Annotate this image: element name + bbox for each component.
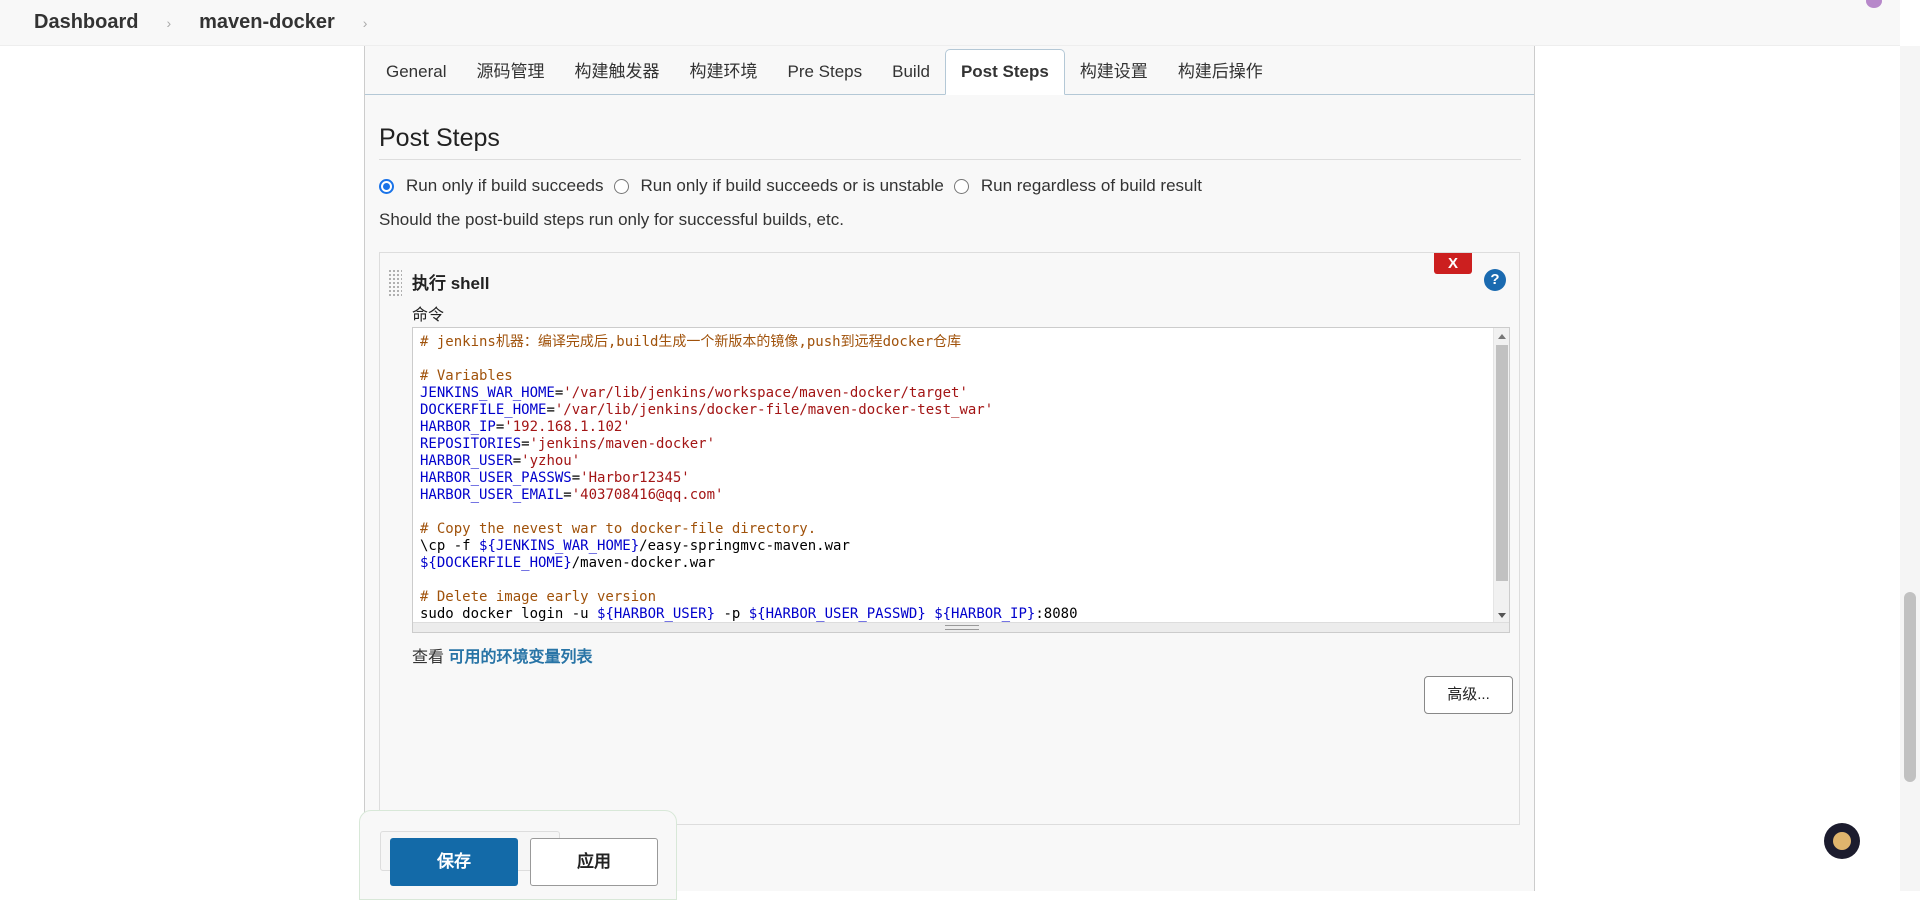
help-icon[interactable]: ?	[1484, 269, 1506, 291]
tab-general[interactable]: General	[371, 50, 461, 94]
top-bar: Dashboard › maven-docker ›	[0, 0, 1900, 46]
section-title: Post Steps	[379, 124, 1521, 160]
bottom-action-bar: 保存 应用	[359, 810, 677, 900]
tab-build-environment[interactable]: 构建环境	[674, 50, 772, 94]
radio-option-success[interactable]: Run only if build succeeds	[379, 176, 604, 196]
breadcrumb-separator[interactable]: ›	[363, 15, 368, 31]
advanced-button[interactable]: 高级...	[1424, 676, 1513, 714]
radio-label: Run regardless of build result	[980, 176, 1202, 195]
env-vars-prefix: 查看	[412, 649, 445, 666]
env-vars-row: 查看 可用的环境变量列表	[412, 643, 592, 667]
post-steps-help-text: Should the post-build steps run only for…	[379, 210, 844, 229]
tab-build[interactable]: Build	[877, 50, 945, 94]
scroll-down-icon[interactable]	[1498, 613, 1506, 618]
radio-unstable[interactable]	[613, 178, 629, 194]
drag-handle-icon[interactable]	[388, 269, 402, 297]
command-label: 命令	[412, 307, 445, 324]
radio-success[interactable]	[379, 178, 394, 194]
radio-option-regardless[interactable]: Run regardless of build result	[953, 176, 1202, 196]
radio-label: Run only if build succeeds	[406, 176, 604, 195]
execute-shell-step: 执行 shell X ? 命令 # jenkins机器：编译完成后,build生…	[379, 252, 1520, 825]
breadcrumb-job[interactable]: maven-docker	[199, 11, 335, 34]
radio-label: Run only if build succeeds or is unstabl…	[640, 176, 944, 195]
breadcrumb-dashboard[interactable]: Dashboard	[34, 11, 138, 34]
tab-post-build-actions[interactable]: 构建后操作	[1163, 50, 1278, 94]
tab-source-code[interactable]: 源码管理	[461, 50, 559, 94]
page-scrollbar[interactable]	[1900, 46, 1920, 891]
config-tabs: General 源码管理 构建触发器 构建环境 Pre Steps Build …	[365, 46, 1534, 95]
tab-pre-steps[interactable]: Pre Steps	[772, 50, 877, 94]
assistant-icon[interactable]	[1824, 823, 1860, 859]
user-avatar-icon[interactable]	[1866, 0, 1882, 8]
tab-build-triggers[interactable]: 构建触发器	[559, 50, 674, 94]
breadcrumb-separator[interactable]: ›	[166, 15, 171, 31]
page-scroll-thumb[interactable]	[1904, 592, 1916, 782]
save-button[interactable]: 保存	[390, 838, 518, 886]
resize-grip-icon[interactable]	[945, 625, 979, 630]
post-steps-radio-group: Run only if build succeeds Run only if b…	[379, 176, 1212, 196]
delete-step-button[interactable]: X	[1434, 253, 1472, 274]
editor-resize-bar[interactable]	[413, 622, 1509, 632]
command-editor[interactable]: # jenkins机器：编译完成后,build生成一个新版本的镜像,push到远…	[412, 327, 1510, 633]
tab-build-settings[interactable]: 构建设置	[1065, 50, 1163, 94]
apply-button[interactable]: 应用	[530, 838, 658, 886]
env-vars-link[interactable]: 可用的环境变量列表	[448, 649, 592, 666]
radio-option-unstable[interactable]: Run only if build succeeds or is unstabl…	[613, 176, 944, 196]
editor-scroll-thumb[interactable]	[1496, 345, 1508, 581]
step-title: 执行 shell	[412, 274, 490, 293]
radio-regardless[interactable]	[953, 178, 969, 194]
scroll-up-icon[interactable]	[1498, 334, 1506, 339]
tab-post-steps[interactable]: Post Steps	[944, 49, 1065, 95]
config-panel: General 源码管理 构建触发器 构建环境 Pre Steps Build …	[364, 46, 1535, 891]
command-code[interactable]: # jenkins机器：编译完成后,build生成一个新版本的镜像,push到远…	[420, 334, 1078, 632]
editor-scrollbar[interactable]	[1493, 328, 1509, 624]
